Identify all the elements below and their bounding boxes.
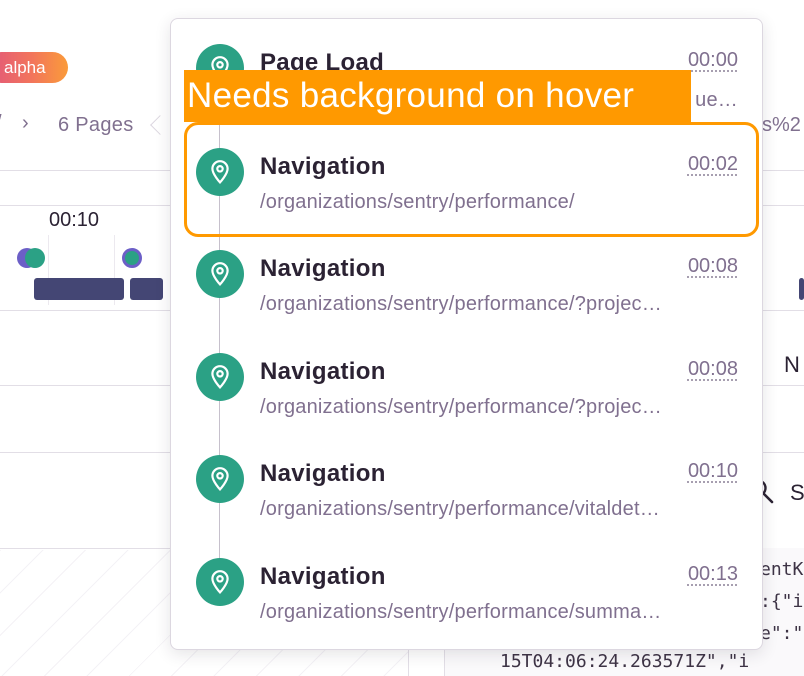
breadcrumb-title: Navigation <box>260 563 386 590</box>
location-pin-icon <box>196 353 244 401</box>
timeline-span-bar[interactable] <box>130 278 163 300</box>
location-pin-icon <box>196 250 244 298</box>
breadcrumb-url: /organizations/sentry/performance/summa… <box>260 601 662 623</box>
timeline-event-dot[interactable] <box>122 248 142 268</box>
breadcrumb-title: Navigation <box>260 255 386 282</box>
code-line: e":" <box>760 623 804 644</box>
breadcrumb-url: /organizations/sentry/performance/vitald… <box>260 498 660 520</box>
location-pin-icon <box>196 455 244 503</box>
search-input-peek[interactable]: S <box>790 480 804 506</box>
breadcrumb-url-fragment: s%2 <box>762 114 801 136</box>
location-pin-icon <box>196 558 244 606</box>
breadcrumb-timestamp[interactable]: 00:10 <box>688 460 738 483</box>
breadcrumb-item[interactable]: Navigation 00:13 /organizations/sentry/p… <box>171 539 762 641</box>
code-line: 15T04:06:24.263571Z","i <box>500 651 750 672</box>
timeline-span-bar[interactable] <box>34 278 124 300</box>
breadcrumb-item[interactable]: Navigation 00:10 /organizations/sentry/p… <box>171 436 762 538</box>
breadcrumb-item[interactable]: Navigation 00:08 /organizations/sentry/p… <box>171 231 762 333</box>
breadcrumb-title: Navigation <box>260 460 386 487</box>
code-line: :{"i <box>760 591 804 612</box>
chevron-right-icon: › <box>22 112 29 134</box>
annotation-highlight-box <box>184 122 759 237</box>
breadcrumb-item[interactable]: Navigation 00:08 /organizations/sentry/p… <box>171 334 762 436</box>
breadcrumb-timestamp[interactable]: 00:13 <box>688 563 738 586</box>
table-cell-peek: N <box>784 352 800 377</box>
breadcrumb-separator: / <box>0 112 2 135</box>
pages-count-button[interactable]: 6 Pages <box>58 114 134 137</box>
annotation-label: Needs background on hover <box>184 70 691 122</box>
timeline-time-label: 00:10 <box>49 209 100 231</box>
breadcrumb-url: /organizations/sentry/performance/?proje… <box>260 293 662 315</box>
breadcrumb-url: /organizations/sentry/performance/?proje… <box>260 396 662 418</box>
breadcrumb-timestamp[interactable]: 00:08 <box>688 255 738 278</box>
breadcrumb-timestamp[interactable]: 00:08 <box>688 358 738 381</box>
timeline-span-bar[interactable] <box>799 278 804 300</box>
timeline-event-dot[interactable] <box>25 248 45 268</box>
breadcrumb-title: Navigation <box>260 358 386 385</box>
code-line: entK <box>760 559 804 580</box>
breadcrumb-timestamp[interactable]: 00:00 <box>688 49 738 72</box>
alpha-badge: alpha <box>0 52 68 83</box>
